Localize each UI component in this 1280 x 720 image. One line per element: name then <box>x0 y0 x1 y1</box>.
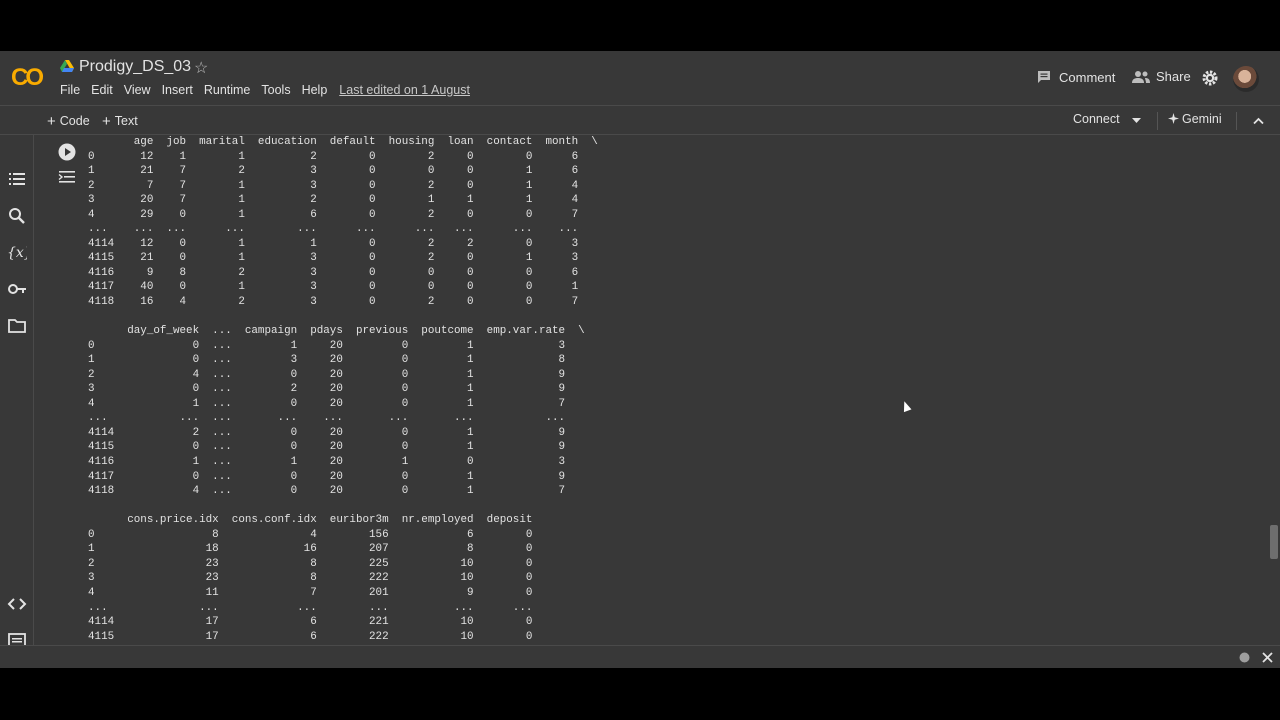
toolbar: + Code + Text Connect Gemini <box>0 105 1280 135</box>
gemini-button[interactable]: Gemini <box>1168 112 1222 126</box>
avatar[interactable] <box>1233 66 1259 92</box>
add-code-button[interactable]: + Code <box>47 112 90 130</box>
colab-app: CO Prodigy_DS_03 ☆ File Edit View Insert… <box>0 51 1280 684</box>
chevron-up-icon[interactable] <box>1253 117 1264 125</box>
status-dot-icon <box>1239 652 1250 663</box>
toolbar-divider <box>1157 112 1158 130</box>
secrets-icon[interactable] <box>7 279 27 299</box>
cell-output: age job marital education default housin… <box>88 135 1268 645</box>
svg-text:{x}: {x} <box>7 245 27 261</box>
status-bar <box>0 645 1280 668</box>
output-options-icon[interactable] <box>58 169 76 185</box>
letterbox-top <box>0 0 1280 51</box>
comment-icon <box>1038 71 1050 83</box>
svg-text:CO: CO <box>11 64 43 91</box>
share-icon <box>1132 70 1150 83</box>
sparkle-icon <box>1168 113 1179 124</box>
toc-icon[interactable] <box>7 169 27 189</box>
add-text-label: Text <box>114 114 138 128</box>
menu-help[interactable]: Help <box>302 83 328 97</box>
share-label: Share <box>1156 69 1191 84</box>
menu-view[interactable]: View <box>124 83 151 97</box>
variables-icon[interactable]: {x} <box>7 242 27 262</box>
menu-edit[interactable]: Edit <box>91 83 113 97</box>
connect-label: Connect <box>1073 112 1120 126</box>
comment-label: Comment <box>1059 69 1116 85</box>
comment-button[interactable]: Comment <box>1036 69 1115 85</box>
files-icon[interactable] <box>7 316 27 336</box>
menu-insert[interactable]: Insert <box>162 83 193 97</box>
add-text-button[interactable]: + Text <box>102 112 138 130</box>
star-icon[interactable]: ☆ <box>194 58 208 78</box>
menu-file[interactable]: File <box>60 83 80 97</box>
close-icon[interactable] <box>1262 652 1273 663</box>
dataframe-output: age job marital education default housin… <box>88 136 598 643</box>
share-button[interactable]: Share <box>1132 69 1191 84</box>
dropdown-icon[interactable] <box>1132 118 1141 124</box>
menu-bar: File Edit View Insert Runtime Tools Help… <box>60 83 481 97</box>
left-sidebar: {x} <box>0 135 34 684</box>
last-edited-link[interactable]: Last edited on 1 August <box>339 83 470 97</box>
code-snippets-icon[interactable] <box>7 594 27 614</box>
toolbar-divider-2 <box>1236 112 1237 130</box>
header: CO Prodigy_DS_03 ☆ File Edit View Insert… <box>0 51 1280 105</box>
menu-tools[interactable]: Tools <box>261 83 290 97</box>
letterbox-bottom <box>0 668 1280 720</box>
search-icon[interactable] <box>7 206 27 226</box>
connect-button[interactable]: Connect <box>1073 112 1120 126</box>
run-cell-icon[interactable] <box>58 143 76 161</box>
scrollbar-thumb[interactable] <box>1270 525 1278 559</box>
menu-runtime[interactable]: Runtime <box>204 83 251 97</box>
notebook-title[interactable]: Prodigy_DS_03 <box>79 58 191 76</box>
add-code-label: Code <box>59 114 90 128</box>
drive-icon[interactable] <box>60 60 74 73</box>
settings-icon[interactable] <box>1202 70 1218 86</box>
gemini-label: Gemini <box>1182 112 1222 126</box>
colab-logo-icon[interactable]: CO <box>11 61 47 91</box>
